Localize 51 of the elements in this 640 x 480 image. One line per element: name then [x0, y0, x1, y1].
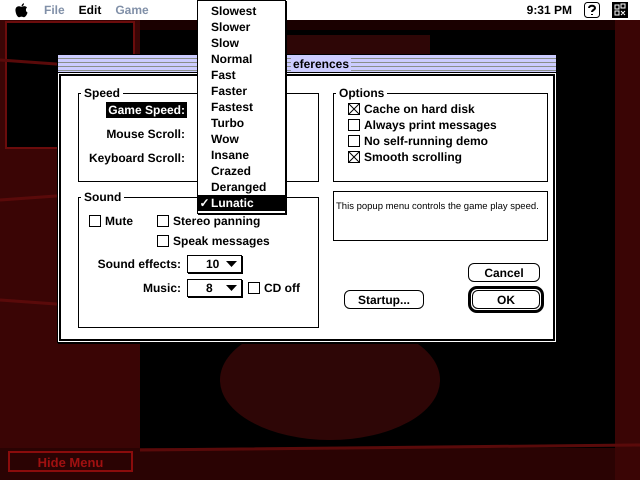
checkbox-label: Smooth scrolling	[364, 149, 462, 166]
setting-label: Game Speed:	[106, 102, 187, 118]
setting-label: Keyboard Scroll:	[88, 150, 186, 166]
checkbox[interactable]	[348, 119, 360, 131]
popup-select[interactable]: 10	[187, 255, 242, 273]
checkbox-label: Stereo panning	[173, 213, 260, 230]
dropdown-arrow-icon	[226, 285, 237, 291]
field-label: Music:	[142, 280, 181, 297]
setting-label: Mouse Scroll:	[105, 126, 186, 142]
checkbox-label: Always print messages	[364, 117, 497, 134]
application-icon[interactable]	[612, 2, 628, 18]
checkbox[interactable]	[89, 215, 101, 227]
checkbox[interactable]	[348, 135, 360, 147]
checkbox[interactable]	[157, 215, 169, 227]
help-text: This popup menu controls the game play speed.	[336, 201, 539, 212]
checkbox-label: Cache on hard disk	[364, 101, 475, 118]
popup-select[interactable]: 8	[187, 279, 242, 297]
dialog-button[interactable]: OK	[472, 290, 540, 309]
menu-item[interactable]: Turbo	[198, 115, 285, 131]
menu-item[interactable]: Faster	[198, 83, 285, 99]
group-title: Speed	[83, 86, 122, 100]
menu-item[interactable]: Fast	[198, 67, 285, 83]
group-title: Sound	[83, 190, 122, 204]
menu-item[interactable]: Crazed	[198, 163, 285, 179]
dialog-button[interactable]: Cancel	[468, 263, 540, 282]
help-icon[interactable]	[584, 2, 600, 18]
menu-item[interactable]: Slower	[198, 19, 285, 35]
dropdown-arrow-icon	[226, 261, 237, 267]
menu-title[interactable]: Edit	[78, 1, 102, 19]
checked-checkbox[interactable]	[348, 103, 360, 115]
menu-item[interactable]: Fastest	[198, 99, 285, 115]
checkbox[interactable]	[157, 235, 169, 247]
window-title: eferences	[290, 56, 351, 72]
menu-item[interactable]: ✓Lunatic	[198, 195, 285, 211]
dialog-button[interactable]: Startup...	[344, 290, 424, 309]
menu-item[interactable]: Slowest	[198, 3, 285, 19]
clock: 9:31 PM	[526, 2, 572, 19]
field-label: Sound effects:	[96, 256, 181, 273]
menu-item[interactable]: Slow	[198, 35, 285, 51]
apple-icon[interactable]	[15, 2, 28, 18]
checkbox-label: CD off	[264, 280, 300, 297]
group-title: Options	[338, 86, 386, 100]
checkbox-label: Speak messages	[173, 233, 270, 250]
menu-item[interactable]: Wow	[198, 131, 285, 147]
checkbox-label: Mute	[105, 213, 133, 230]
menu-item[interactable]: Normal	[198, 51, 285, 67]
checked-checkbox[interactable]	[348, 151, 360, 163]
checkbox-label: No self-running demo	[364, 133, 488, 150]
checkbox[interactable]	[248, 282, 260, 294]
menu-item[interactable]: Deranged	[198, 179, 285, 195]
menu-item[interactable]: Insane	[198, 147, 285, 163]
